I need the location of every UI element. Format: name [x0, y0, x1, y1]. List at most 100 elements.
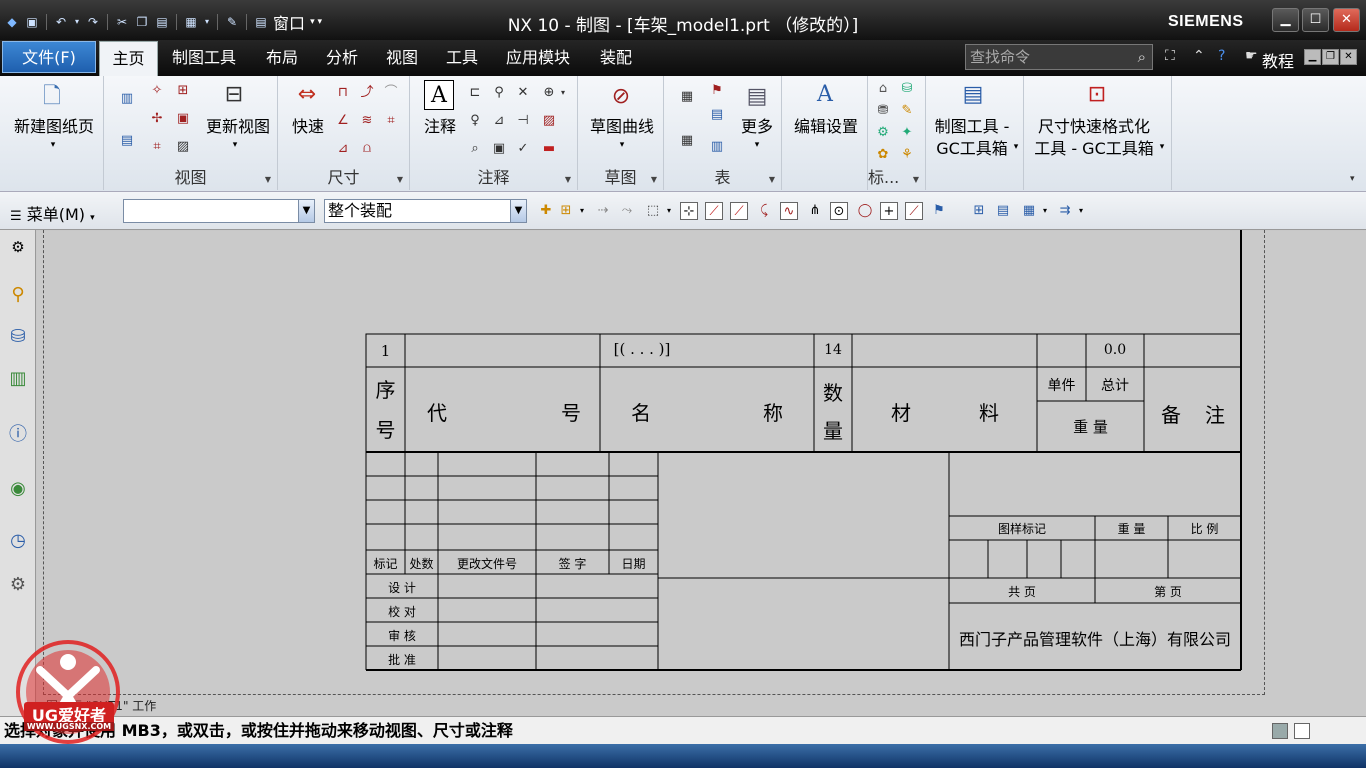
standard-icon-6[interactable]: ✦ — [898, 124, 916, 142]
gc-toolbox-dropdown-icon[interactable]: ▾ — [1010, 136, 1022, 158]
chamfer-dimension-icon[interactable]: ⌒ — [382, 84, 400, 102]
group-dimension-dropdown-icon[interactable]: ▼ — [397, 175, 403, 184]
sketch-curve-dropdown-icon[interactable]: ▾ — [614, 134, 630, 156]
select-feature-icon[interactable]: ⇢ — [594, 202, 612, 220]
section-view-icon[interactable]: ✢ — [148, 110, 166, 128]
view-icon-4[interactable]: ⇉ — [1056, 202, 1074, 220]
ordinate-dimension-icon[interactable]: ⩍ — [358, 140, 376, 158]
assembly-navigator-icon[interactable]: ⛁ — [5, 322, 31, 352]
group-standard-dropdown-icon[interactable]: ▼ — [913, 175, 919, 184]
web-browser-icon[interactable]: ◉ — [5, 474, 31, 504]
hatch-icon[interactable]: ▨ — [540, 112, 558, 130]
linear-dimension-icon[interactable]: ⊓ — [334, 84, 352, 102]
search-icon[interactable]: ⌕ — [1138, 45, 1146, 69]
tab-home[interactable]: 主页 — [99, 41, 158, 77]
info-icon[interactable]: ⓘ — [5, 420, 31, 450]
tutorial-link[interactable]: 教程 — [1262, 48, 1294, 72]
view-icon-3[interactable]: ▦ — [1020, 202, 1038, 220]
tab-application[interactable]: 应用模块 — [506, 48, 570, 68]
tab-layout[interactable]: 布局 — [266, 48, 298, 68]
arc-length-icon[interactable]: ⌗ — [382, 112, 400, 130]
close-button[interactable]: ✕ — [1333, 8, 1360, 32]
angular-dimension-icon[interactable]: ∠ — [334, 112, 352, 130]
feature-control-frame-icon[interactable]: ⊏ — [466, 84, 484, 102]
snap-intersection-icon[interactable]: ⋔ — [806, 202, 824, 220]
part-navigator-icon[interactable]: ⚲ — [5, 280, 31, 310]
snap-control-icon[interactable]: ∿ — [780, 202, 798, 220]
doc-close-button[interactable]: ✕ — [1340, 49, 1357, 65]
file-menu-button[interactable]: 文件(F) — [2, 41, 96, 73]
gc-toolbox-label-1[interactable]: 制图工具 - — [926, 116, 1018, 138]
note-button[interactable]: 注释 — [418, 116, 462, 138]
projected-view-icon[interactable]: ✧ — [148, 82, 166, 100]
snap-endpoint-icon[interactable]: ⊹ — [680, 202, 698, 220]
center-mark-dropdown-icon[interactable]: ▾ — [558, 84, 568, 102]
center-mark-icon[interactable]: ⊕ — [540, 84, 558, 102]
new-sheet-dropdown-icon[interactable]: ▾ — [45, 134, 61, 156]
history-icon[interactable]: ◷ — [5, 526, 31, 556]
surface-finish-icon[interactable]: ⊿ — [490, 112, 508, 130]
dim-format-label-1[interactable]: 尺寸快速格式化 — [1024, 116, 1164, 138]
company-name[interactable]: 西门子产品管理软件（上海）有限公司 — [949, 626, 1241, 650]
symbol-icon[interactable]: ✓ — [514, 140, 532, 158]
gc-toolbox-label-2[interactable]: GC工具箱 — [926, 138, 1018, 160]
dim-format-label-2[interactable]: 工具 - GC工具箱 — [1024, 138, 1164, 160]
datum-feature-icon[interactable]: ⚲ — [490, 84, 508, 102]
select-body-icon[interactable]: ⤳ — [618, 202, 636, 220]
standard-icon-3[interactable]: ⛃ — [874, 102, 892, 120]
general-selection-icon[interactable]: ✚ — [537, 202, 555, 220]
status-icon-1[interactable] — [1272, 723, 1288, 739]
tab-view[interactable]: 视图 — [386, 48, 418, 68]
help-icon[interactable]: ? — [1218, 48, 1225, 64]
snap-center-icon[interactable]: ⊙ — [830, 202, 848, 220]
dim-format-dropdown-icon[interactable]: ▾ — [1156, 136, 1168, 158]
rectangle-dropdown-icon[interactable]: ▾ — [664, 202, 674, 220]
more-dropdown-icon[interactable]: ▾ — [749, 134, 765, 156]
detail-view-icon[interactable]: ⊞ — [174, 82, 192, 100]
main-menu-button[interactable]: ☰ 菜单(M) ▾ — [10, 201, 95, 225]
update-view-dropdown-icon[interactable]: ▾ — [227, 134, 243, 156]
snap-midpoint-icon[interactable]: ⟋ — [730, 202, 748, 220]
view-icon-3-dropdown[interactable]: ▾ — [1040, 202, 1050, 220]
weld-symbol-icon[interactable]: ⊣ — [514, 112, 532, 130]
area-fill-icon[interactable]: ▬ — [540, 140, 558, 158]
item-number[interactable]: 1 — [366, 342, 405, 360]
command-search-input[interactable]: 查找命令 ⌕ — [965, 44, 1153, 70]
standard-icon-5[interactable]: ⚙ — [874, 124, 892, 142]
snap-existing-icon[interactable]: + — [880, 202, 898, 220]
view-icon-2[interactable]: ▤ — [994, 202, 1012, 220]
minimize-button[interactable]: ▁ — [1272, 8, 1299, 32]
status-icon-2[interactable] — [1294, 723, 1310, 739]
standard-icon-2[interactable]: ⛁ — [898, 80, 916, 98]
reuse-library-icon[interactable]: ▥ — [5, 364, 31, 394]
tabular-note-icon[interactable]: ▦ — [678, 132, 696, 150]
selection-scope-select[interactable]: 整个装配 ▼ — [324, 199, 527, 223]
snap-curve-icon[interactable]: ⤹ — [755, 202, 773, 220]
select-all-dropdown-icon[interactable]: ▾ — [577, 202, 587, 220]
tab-assembly[interactable]: 装配 — [600, 48, 632, 68]
standard-icon-1[interactable]: ⌂ — [874, 80, 892, 98]
tab-analysis[interactable]: 分析 — [326, 48, 358, 68]
standard-icon-8[interactable]: ⚘ — [898, 146, 916, 164]
type-filter-dropdown-icon[interactable]: ▼ — [298, 200, 314, 222]
selection-scope-dropdown-icon[interactable]: ▼ — [510, 200, 526, 222]
ribbon-options-icon[interactable]: ▾ — [1350, 174, 1355, 184]
group-view-dropdown-icon[interactable]: ▼ — [265, 175, 271, 184]
collapse-ribbon-icon[interactable]: ⌃ — [1193, 48, 1205, 64]
thickness-dimension-icon[interactable]: ≋ — [358, 112, 376, 130]
base-view-icon[interactable]: ▥ — [118, 90, 136, 108]
drawing-view-icon[interactable]: ▤ — [118, 132, 136, 150]
snap-point-icon[interactable]: ⚑ — [930, 202, 948, 220]
snap-on-curve-icon[interactable]: ⟋ — [905, 202, 923, 220]
bend-table-icon[interactable]: ▥ — [708, 138, 726, 156]
select-all-icon[interactable]: ⊞ — [557, 202, 575, 220]
hole-table-icon[interactable]: ▤ — [708, 106, 726, 124]
quick-dimension-button[interactable]: 快速 — [286, 116, 330, 138]
doc-minimize-button[interactable]: ▁ — [1304, 49, 1321, 65]
view-boundary-icon[interactable]: ▨ — [174, 138, 192, 156]
group-annotation-dropdown-icon[interactable]: ▼ — [565, 175, 571, 184]
datum-target-icon[interactable]: ✕ — [514, 84, 532, 102]
view-icon-4-dropdown[interactable]: ▾ — [1076, 202, 1086, 220]
view-icon-1[interactable]: ⊞ — [970, 202, 988, 220]
perimeter-dimension-icon[interactable]: ⊿ — [334, 140, 352, 158]
